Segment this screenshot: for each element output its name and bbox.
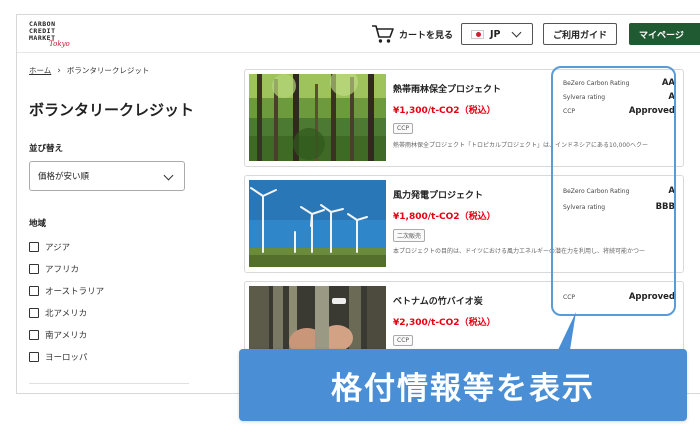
sort-selected-value: 価格が安い順 [38, 172, 90, 182]
region-option-label: 北アメリカ [45, 309, 88, 319]
site-logo[interactable]: CARBON CREDIT MARKET Tokyo [29, 21, 70, 49]
region-checkbox-europe[interactable]: ヨーロッパ [29, 346, 104, 368]
project-image-wind-turbines [249, 180, 386, 267]
cart-icon [372, 25, 394, 43]
chevron-right-icon: › [57, 65, 61, 76]
checkbox[interactable] [29, 286, 39, 296]
chevron-down-icon [163, 170, 174, 181]
region-option-label: 南アメリカ [45, 331, 88, 341]
page-title: ボランタリークレジット [29, 101, 195, 119]
checkbox[interactable] [29, 352, 39, 362]
checkbox[interactable] [29, 308, 39, 318]
sort-select[interactable]: 価格が安い順 [29, 161, 185, 191]
rating-highlight-frame [551, 66, 676, 316]
project-tag: CCP [393, 335, 413, 346]
project-name: ベトナムの竹バイオ炭 [393, 297, 483, 307]
breadcrumb-current: ボランタリークレジット [66, 66, 150, 75]
sidebar-divider [29, 383, 189, 384]
guide-button[interactable]: ご利用ガイド [543, 23, 617, 45]
checkbox[interactable] [29, 330, 39, 340]
checkbox[interactable] [29, 264, 39, 274]
region-checkbox-africa[interactable]: アフリカ [29, 258, 104, 280]
japan-flag-icon [471, 29, 484, 39]
project-image-forest [249, 74, 386, 161]
breadcrumb-home-link[interactable]: ホーム [29, 65, 51, 76]
region-checkbox-asia[interactable]: アジア [29, 236, 104, 258]
project-name: 風力発電プロジェクト [393, 191, 484, 201]
region-checkbox-australia[interactable]: オーストラリア [29, 280, 104, 302]
project-tag: CCP [393, 123, 413, 134]
region-filter-list: アジア アフリカ オーストラリア 北アメリカ 南アメリカ ヨーロッパ [29, 236, 104, 368]
logo-script: Tokyo [49, 40, 70, 48]
region-option-label: ヨーロッパ [45, 353, 88, 363]
cart-button[interactable]: カートを見る [371, 23, 453, 45]
region-option-label: アフリカ [45, 265, 80, 275]
region-option-label: アジア [45, 243, 71, 253]
project-price: ¥2,300/t-CO2（税込） [393, 318, 496, 328]
region-label: 地域 [29, 219, 47, 229]
site-header: CARBON CREDIT MARKET Tokyo カートを見る JP ご利用… [17, 15, 700, 53]
region-option-label: オーストラリア [45, 287, 105, 297]
callout-banner: 格付情報等を表示 [239, 349, 687, 421]
mypage-button[interactable]: マイページ [629, 23, 700, 45]
chevron-down-icon [511, 27, 521, 37]
breadcrumb: ホーム › ボランタリークレジット [29, 65, 149, 76]
language-select[interactable]: JP [461, 23, 533, 45]
region-checkbox-north-america[interactable]: 北アメリカ [29, 302, 104, 324]
project-price: ¥1,800/t-CO2（税込） [393, 212, 496, 222]
project-price: ¥1,300/t-CO2（税込） [393, 106, 496, 116]
region-checkbox-south-america[interactable]: 南アメリカ [29, 324, 104, 346]
checkbox[interactable] [29, 242, 39, 252]
language-value: JP [490, 28, 501, 40]
sort-label: 並び替え [29, 144, 64, 154]
project-tag: 二次販売 [393, 229, 426, 242]
callout-pointer [558, 312, 576, 350]
cart-label: カートを見る [399, 30, 454, 41]
project-name: 熱帯雨林保全プロジェクト [393, 85, 502, 95]
